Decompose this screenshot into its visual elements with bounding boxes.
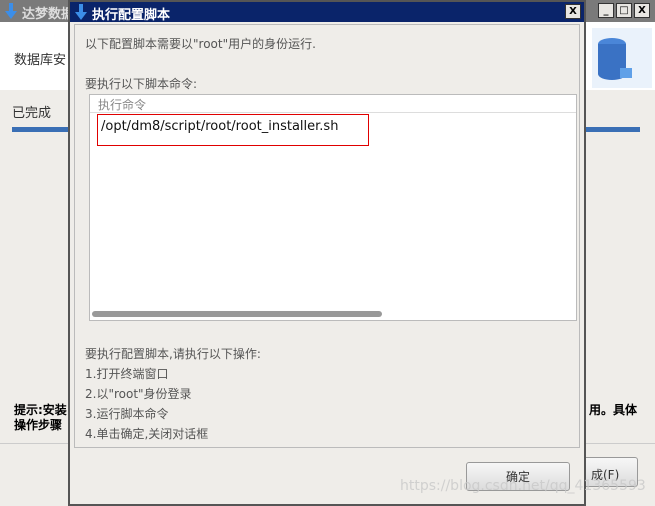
- command-label: 要执行以下脚本命令:: [85, 77, 198, 91]
- command-row[interactable]: /opt/dm8/script/root/root_installer.sh: [97, 114, 369, 146]
- hint-line1-right: 用。具体: [589, 403, 638, 417]
- command-list[interactable]: 执行命令 /opt/dm8/script/root/root_installer…: [89, 94, 577, 321]
- background-window-title: 达梦数据: [22, 7, 75, 22]
- close-button[interactable]: X: [634, 3, 650, 18]
- run-script-dialog: 执行配置脚本 X 以下配置脚本需要以"root"用户的身份运行. 要执行以下脚本…: [68, 0, 586, 506]
- download-arrow-icon: [5, 3, 17, 19]
- step-1: 1.打开终端窗口: [85, 367, 169, 381]
- dialog-titlebar: 执行配置脚本 X: [70, 2, 584, 23]
- header-text: 数据库安: [14, 53, 67, 68]
- step-3: 3.运行脚本命令: [85, 407, 169, 421]
- step-4: 4.单击确定,关闭对话框: [85, 427, 209, 441]
- dialog-title: 执行配置脚本: [92, 8, 171, 23]
- instructions-title: 要执行配置脚本,请执行以下操作:: [85, 347, 261, 361]
- dialog-close-button[interactable]: X: [565, 4, 581, 19]
- intro-text: 以下配置脚本需要以"root"用户的身份运行.: [85, 37, 316, 51]
- maximize-button[interactable]: □: [616, 3, 632, 18]
- watermark: https://blog.csdn.net/qq_41365593: [400, 478, 646, 494]
- database-icon: [592, 28, 652, 88]
- minimize-button[interactable]: _: [598, 3, 614, 18]
- download-arrow-icon: [75, 4, 87, 20]
- hint-line2: 操作步骤: [14, 418, 63, 432]
- horizontal-scrollbar[interactable]: [92, 311, 382, 317]
- step-2: 2.以"root"身份登录: [85, 387, 192, 401]
- dialog-panel: 以下配置脚本需要以"root"用户的身份运行. 要执行以下脚本命令: 执行命令 …: [74, 24, 580, 448]
- status-label: 已完成: [12, 106, 52, 121]
- column-header: 执行命令: [90, 95, 576, 113]
